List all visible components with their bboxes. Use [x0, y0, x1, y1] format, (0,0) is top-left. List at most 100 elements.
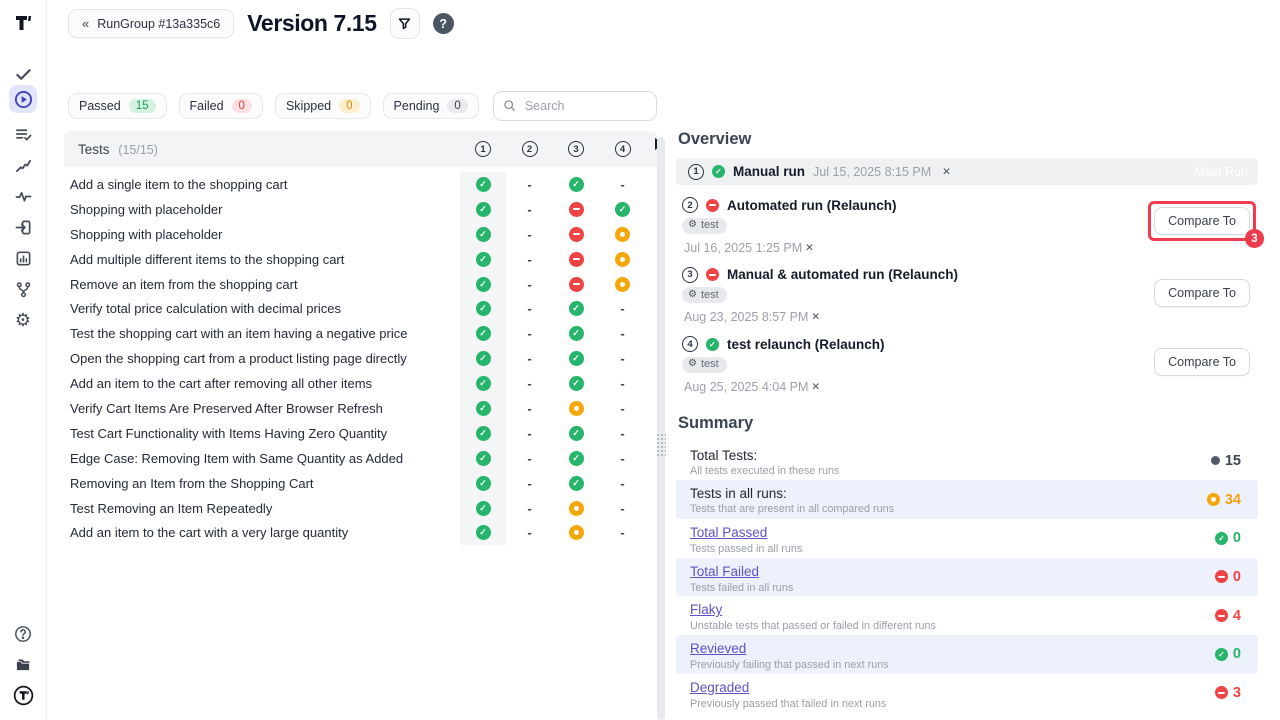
close-icon[interactable]: ✕: [805, 242, 814, 254]
test-passed-icon: ✓: [569, 376, 584, 391]
test-row[interactable]: Add a single item to the shopping cart✓-…: [64, 172, 658, 197]
test-row[interactable]: Verify Cart Items Are Preserved After Br…: [64, 396, 658, 421]
test-row[interactable]: Verify total price calculation with deci…: [64, 296, 658, 321]
sidebar: ⚙: [0, 0, 47, 720]
search-box: [493, 91, 657, 121]
compare-to-button[interactable]: Compare To: [1154, 348, 1250, 376]
test-status-cell: -: [506, 222, 553, 247]
branches-icon[interactable]: [9, 275, 37, 303]
test: -: [527, 351, 531, 366]
test: -: [527, 476, 531, 491]
test-row[interactable]: Remove an item from the shopping cart✓-: [64, 272, 658, 297]
run-date: Jul 15, 2025 8:15 PM: [813, 165, 931, 179]
summary-passed-icon: ✓: [1215, 648, 1228, 661]
test: -: [527, 401, 531, 416]
test-name: Add an item to the cart with a very larg…: [64, 525, 460, 540]
test-status-cell: ✓: [553, 321, 599, 346]
close-icon[interactable]: ✕: [811, 311, 820, 323]
test-row[interactable]: Shopping with placeholder✓-: [64, 222, 658, 247]
summary-link[interactable]: Total Failed: [690, 563, 759, 580]
test-row[interactable]: Add an item to the cart after removing a…: [64, 371, 658, 396]
summary-row: RevievedPreviously failing that passed i…: [676, 635, 1258, 674]
run-tag: ⚙test: [682, 218, 727, 234]
panel-drag-handle-icon[interactable]: [656, 433, 666, 457]
run-tag: ⚙test: [682, 357, 727, 373]
test-passed-icon: ✓: [569, 301, 584, 316]
summary-link[interactable]: Flaky: [690, 601, 722, 618]
column-header-4[interactable]: 4: [599, 141, 646, 157]
run-number-2-icon: 2: [522, 141, 538, 157]
column-header-1[interactable]: 1: [460, 141, 506, 157]
plans-list-icon[interactable]: [9, 120, 37, 148]
filter-chip-failed[interactable]: Failed0: [179, 93, 263, 119]
tests-check-icon[interactable]: [9, 60, 37, 88]
analytics-report-icon[interactable]: [9, 244, 37, 272]
help-circle-icon[interactable]: [9, 620, 37, 648]
app-logo-icon[interactable]: [9, 9, 37, 37]
test-status-cell: -: [599, 520, 646, 545]
summary-label: Tests in all runs:: [690, 485, 1244, 502]
run-tag-label: test: [701, 358, 719, 370]
test-passed-icon: ✓: [569, 451, 584, 466]
test-row[interactable]: Add multiple different items to the shop…: [64, 247, 658, 272]
test-row[interactable]: Test Removing an Item Repeatedly✓--: [64, 496, 658, 521]
test-status-cell: [553, 272, 599, 297]
run-date: Aug 23, 2025 8:57 PM: [684, 310, 808, 324]
help-icon[interactable]: ?: [433, 13, 454, 34]
test-status-cell: [553, 222, 599, 247]
summary-link[interactable]: Degraded: [690, 679, 749, 696]
test-row[interactable]: Test Cart Functionality with Items Havin…: [64, 421, 658, 446]
run-item-main[interactable]: 1✓Manual runJul 15, 2025 8:15 PM✕Main Ru…: [676, 158, 1258, 185]
summary-value: 0: [1215, 569, 1241, 585]
test-row[interactable]: Test the shopping cart with an item havi…: [64, 321, 658, 346]
test-status-cell: -: [506, 197, 553, 222]
filter-chip-passed[interactable]: Passed15: [68, 93, 167, 119]
test-row[interactable]: Add an item to the cart with a very larg…: [64, 520, 658, 545]
filters-row: Passed15 Failed0 Skipped0 Pending0: [68, 91, 657, 121]
test-row[interactable]: Edge Case: Removing Item with Same Quant…: [64, 446, 658, 471]
run-item[interactable]: 3Manual & automated run (Relaunch)⚙testA…: [676, 266, 1258, 325]
summary-link[interactable]: Total Passed: [690, 524, 767, 541]
test-row[interactable]: Shopping with placeholder✓-✓: [64, 197, 658, 222]
close-icon[interactable]: ✕: [942, 166, 951, 178]
test-status-cell: ✓: [553, 471, 599, 496]
import-icon[interactable]: [9, 213, 37, 241]
run-item[interactable]: 4✓test relaunch (Relaunch)⚙testAug 25, 2…: [676, 335, 1258, 394]
test-status-cell: -: [599, 496, 646, 521]
summary-value: 34: [1207, 492, 1241, 508]
test-status-cell: ✓: [460, 496, 506, 521]
column-header-3[interactable]: 3: [553, 141, 599, 157]
search-input[interactable]: [493, 91, 657, 121]
summary-description: Tests passed in all runs: [690, 543, 1244, 556]
filter-button[interactable]: [390, 8, 420, 39]
logo-circle-icon[interactable]: [9, 681, 37, 709]
filter-chip-label: Failed: [190, 99, 224, 113]
test-status-cell: -: [506, 496, 553, 521]
test-name: Shopping with placeholder: [64, 202, 460, 217]
filter-chip-pending[interactable]: Pending0: [383, 93, 479, 119]
test-row[interactable]: Open the shopping cart from a product li…: [64, 346, 658, 371]
test: -: [620, 301, 624, 316]
compare-to-button[interactable]: Compare To: [1154, 207, 1250, 235]
test-status-cell: [553, 396, 599, 421]
panel-divider[interactable]: [657, 137, 665, 720]
runs-play-icon[interactable]: [9, 85, 37, 113]
milestones-stairs-icon[interactable]: [9, 151, 37, 179]
summary-link[interactable]: Revieved: [690, 640, 746, 657]
test-row[interactable]: Removing an Item from the Shopping Cart✓…: [64, 471, 658, 496]
filter-chip-skipped[interactable]: Skipped0: [275, 93, 371, 119]
test-skipped-icon: [615, 252, 630, 267]
run-item[interactable]: 2Automated run (Relaunch)⚙testJul 16, 20…: [676, 196, 1258, 255]
close-icon[interactable]: ✕: [811, 381, 820, 393]
summary-heading: Summary: [678, 414, 1258, 433]
rungroup-back-button[interactable]: « RunGroup #13a335c6: [68, 9, 234, 38]
projects-folder-icon[interactable]: [9, 651, 37, 679]
pulse-icon[interactable]: [9, 182, 37, 210]
test-status-cell: ✓: [460, 520, 506, 545]
column-header-2[interactable]: 2: [506, 141, 553, 157]
run-failed-icon: [706, 199, 719, 212]
test-passed-icon: ✓: [476, 202, 491, 217]
settings-gear-icon[interactable]: ⚙: [9, 306, 37, 334]
test-passed-icon: ✓: [569, 326, 584, 341]
compare-to-button[interactable]: Compare To: [1154, 279, 1250, 307]
